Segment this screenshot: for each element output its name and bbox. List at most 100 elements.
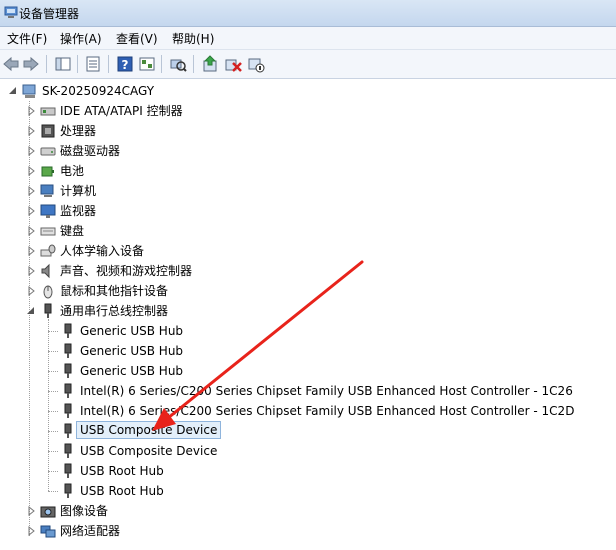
collapsed-arrow-icon[interactable] (26, 265, 36, 277)
category-label: 磁盘驱动器 (60, 144, 121, 158)
category-processor[interactable]: 处理器 (28, 121, 340, 141)
device-label: USB Composite Device (80, 444, 218, 458)
usb-device-icon (64, 363, 72, 378)
tree-connector-line (48, 371, 58, 372)
category-label: 网络适配器 (60, 524, 121, 538)
device-label: Intel(R) 6 Series/C200 Series Chipset Fa… (80, 384, 573, 398)
category-imaging[interactable]: 图像设备 (28, 501, 340, 521)
usb-controller-icon (44, 303, 52, 318)
category-label: IDE ATA/ATAPI 控制器 (60, 104, 183, 118)
computer-name: SK-20250924CAGY (42, 84, 155, 98)
toolbar-separator (161, 55, 162, 73)
category-ide[interactable]: IDE ATA/ATAPI 控制器 (28, 101, 340, 121)
usb-device-item[interactable]: Generic USB Hub (60, 321, 580, 341)
scan-hardware-icon[interactable] (169, 55, 187, 73)
keyboard-icon (40, 227, 56, 236)
battery-icon (41, 166, 54, 177)
svg-text:?: ? (122, 58, 129, 72)
usb-device-icon (64, 463, 72, 478)
category-sound[interactable]: 声音、视频和游戏控制器 (28, 261, 340, 281)
category-mouse[interactable]: 鼠标和其他指针设备 (28, 281, 340, 301)
usb-device-item[interactable]: USB Root Hub (60, 481, 360, 501)
category-label: 声音、视频和游戏控制器 (60, 264, 193, 278)
category-network[interactable]: 网络适配器 (28, 521, 340, 541)
usb-device-item[interactable]: Intel(R) 6 Series/C200 Series Chipset Fa… (60, 381, 590, 401)
network-adapter-icon (40, 525, 56, 538)
usb-device-item[interactable]: USB Composite Device (60, 441, 360, 461)
tree-connector-line (48, 331, 58, 332)
monitor-icon (40, 204, 56, 218)
menu-file[interactable]: 文件(F) (5, 30, 49, 47)
category-usb-controllers[interactable]: 通用串行总线控制器 (27, 301, 340, 321)
update-driver-icon[interactable] (201, 55, 219, 73)
usb-device-icon (64, 383, 72, 398)
forward-icon[interactable] (22, 55, 40, 73)
device-label: USB Root Hub (80, 464, 164, 478)
usb-device-item[interactable]: USB Root Hub (60, 461, 360, 481)
collapsed-arrow-icon[interactable] (26, 165, 36, 177)
disable-icon[interactable] (247, 55, 265, 73)
usb-device-icon (64, 443, 72, 458)
collapsed-arrow-icon[interactable] (26, 285, 36, 297)
ide-controller-icon (40, 107, 56, 116)
category-keyboard[interactable]: 键盘 (28, 221, 340, 241)
sound-icon (41, 263, 50, 279)
device-label: Generic USB Hub (80, 324, 184, 338)
collapsed-arrow-icon[interactable] (26, 105, 36, 117)
collapsed-arrow-icon[interactable] (26, 505, 36, 517)
tree-connector-line (48, 431, 58, 432)
usb-device-item-selected[interactable]: USB Composite Device (60, 421, 360, 441)
back-icon[interactable] (2, 55, 20, 73)
mouse-icon (43, 285, 53, 299)
category-monitor[interactable]: 监视器 (28, 201, 340, 221)
show-hide-tree-icon[interactable] (54, 55, 72, 73)
usb-device-icon (64, 423, 72, 438)
tree-connector-line (48, 491, 58, 492)
collapsed-arrow-icon[interactable] (26, 125, 36, 137)
tree-connector-line (48, 351, 58, 352)
properties-icon[interactable] (84, 55, 102, 73)
usb-device-icon (64, 483, 72, 498)
imaging-icon (40, 506, 56, 518)
menu-bar: 文件(F) 操作(A) 查看(V) 帮助(H) (0, 27, 616, 50)
disk-drive-icon (40, 147, 56, 156)
category-hid[interactable]: 人体学输入设备 (28, 241, 340, 261)
tree-root[interactable]: SK-20250924CAGY (9, 81, 322, 101)
menu-action[interactable]: 操作(A) (58, 30, 104, 47)
category-label: 键盘 (60, 224, 85, 238)
collapsed-arrow-icon[interactable] (26, 145, 36, 157)
resources-view-icon[interactable] (138, 55, 156, 73)
category-label: 电池 (60, 164, 85, 178)
menu-help[interactable]: 帮助(H) (170, 30, 216, 47)
category-label: 鼠标和其他指针设备 (60, 284, 169, 298)
toolbar-separator (193, 55, 194, 73)
device-label: Generic USB Hub (80, 344, 184, 358)
menu-view[interactable]: 查看(V) (114, 30, 160, 47)
usb-device-item[interactable]: Intel(R) 6 Series/C200 Series Chipset Fa… (60, 401, 590, 421)
help-icon[interactable]: ? (116, 55, 134, 73)
collapsed-arrow-icon[interactable] (26, 185, 36, 197)
collapsed-arrow-icon[interactable] (26, 205, 36, 217)
device-label: USB Composite Device (76, 421, 222, 439)
uninstall-icon[interactable] (224, 55, 242, 73)
category-disk[interactable]: 磁盘驱动器 (28, 141, 340, 161)
category-label: 图像设备 (60, 504, 109, 518)
usb-device-item[interactable]: Generic USB Hub (60, 361, 580, 381)
usb-device-icon (64, 343, 72, 358)
category-label: 人体学输入设备 (60, 244, 145, 258)
collapsed-arrow-icon[interactable] (26, 225, 36, 237)
usb-device-icon (64, 323, 72, 338)
processor-icon (41, 124, 55, 138)
collapsed-arrow-icon[interactable] (26, 245, 36, 257)
category-label: 监视器 (60, 204, 97, 218)
category-battery[interactable]: 电池 (28, 161, 340, 181)
device-label: Intel(R) 6 Series/C200 Series Chipset Fa… (80, 404, 575, 418)
computer-icon (40, 184, 54, 197)
usb-device-icon (64, 403, 72, 418)
expanded-arrow-icon[interactable] (8, 85, 18, 97)
category-computer[interactable]: 计算机 (28, 181, 340, 201)
collapsed-arrow-icon[interactable] (26, 525, 36, 537)
device-label: USB Root Hub (80, 484, 164, 498)
usb-device-item[interactable]: Generic USB Hub (60, 341, 580, 361)
expanded-arrow-icon[interactable] (26, 305, 36, 317)
